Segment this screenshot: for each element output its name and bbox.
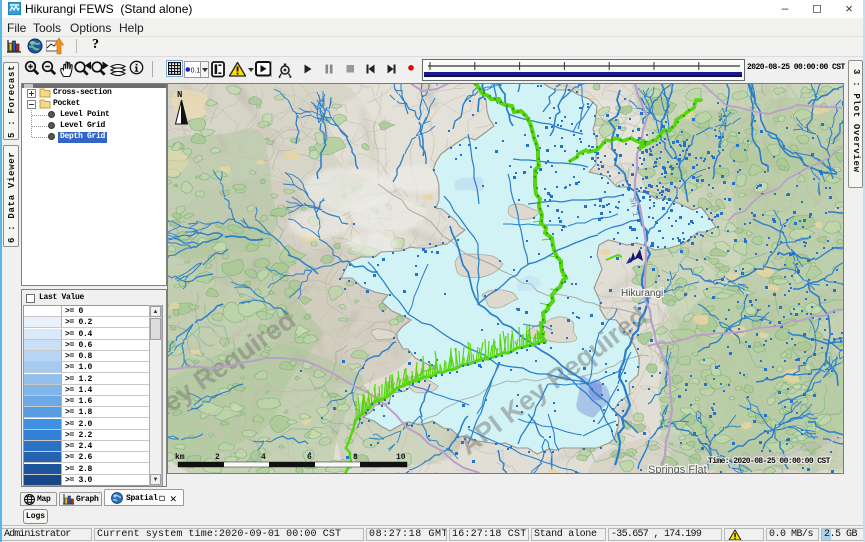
svg-text:4: 4 <box>261 453 266 462</box>
svg-text:6: 6 <box>307 453 312 462</box>
svg-text:2: 2 <box>215 453 220 462</box>
svg-text:km: km <box>175 453 185 462</box>
svg-text:Springs Flat: Springs Flat <box>648 464 707 473</box>
svg-text:Time: 2020-08-25 00:00:00 CST: Time: 2020-08-25 00:00:00 CST <box>708 457 831 466</box>
svg-text:10: 10 <box>396 453 406 462</box>
svg-text:8: 8 <box>353 453 358 462</box>
svg-text:N: N <box>177 90 182 100</box>
svg-text:0.1: 0.1 <box>191 68 201 75</box>
svg-text:Hikurangi: Hikurangi <box>621 288 663 299</box>
